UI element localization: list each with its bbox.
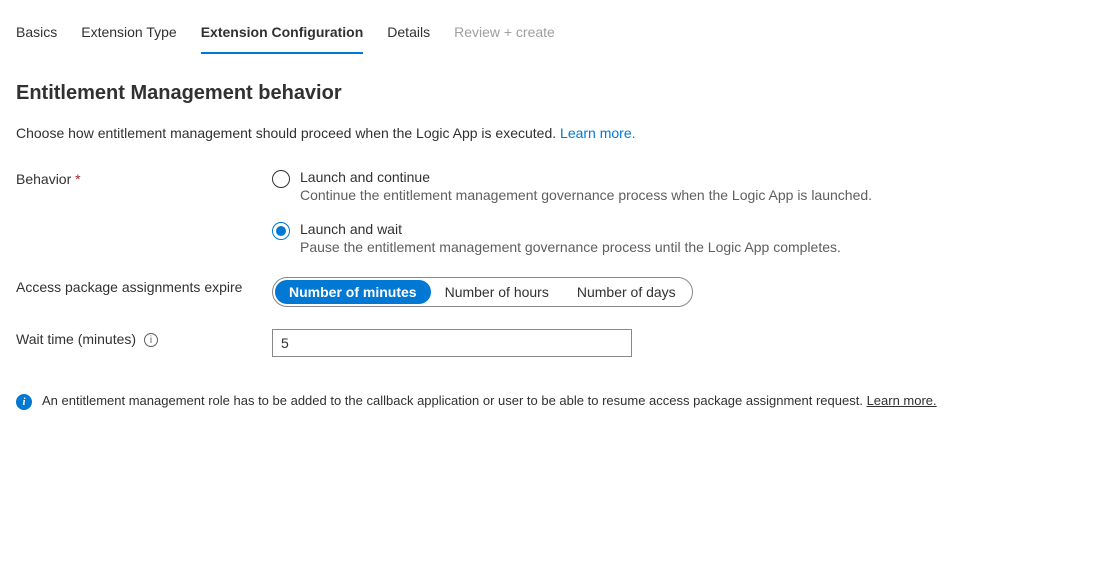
banner-text: An entitlement management role has to be… (42, 393, 867, 408)
info-banner: i An entitlement management role has to … (16, 393, 1084, 410)
tab-extension-configuration[interactable]: Extension Configuration (201, 24, 364, 54)
pill-minutes[interactable]: Number of minutes (275, 280, 431, 304)
wait-time-input[interactable] (272, 329, 632, 357)
banner-learn-more-link[interactable]: Learn more. (867, 393, 937, 408)
required-indicator: * (75, 171, 80, 187)
behavior-radio-group: Launch and continue Continue the entitle… (272, 169, 1084, 255)
radio-label-wait: Launch and wait (300, 221, 841, 237)
radio-circle-selected (272, 222, 290, 240)
radio-launch-wait[interactable]: Launch and wait Pause the entitlement ma… (272, 221, 1084, 255)
section-title: Entitlement Management behavior (16, 82, 1084, 105)
pill-days[interactable]: Number of days (563, 280, 690, 304)
wizard-tabs: Basics Extension Type Extension Configur… (16, 24, 1084, 54)
expire-pill-group: Number of minutes Number of hours Number… (272, 277, 693, 307)
wait-time-label: Wait time (minutes) i (16, 329, 272, 347)
expire-label: Access package assignments expire (16, 277, 272, 295)
tab-review-create[interactable]: Review + create (454, 24, 555, 54)
radio-dot-icon (276, 226, 286, 236)
pill-hours[interactable]: Number of hours (431, 280, 563, 304)
radio-label-continue: Launch and continue (300, 169, 872, 185)
radio-desc-continue: Continue the entitlement management gove… (300, 187, 872, 203)
section-description: Choose how entitlement management should… (16, 125, 1084, 141)
radio-circle-unselected (272, 170, 290, 188)
info-badge-icon: i (16, 394, 32, 410)
info-icon[interactable]: i (144, 333, 158, 347)
radio-launch-continue[interactable]: Launch and continue Continue the entitle… (272, 169, 1084, 203)
behavior-label: Behavior * (16, 169, 272, 187)
learn-more-link[interactable]: Learn more. (560, 125, 635, 141)
tab-basics[interactable]: Basics (16, 24, 57, 54)
tab-extension-type[interactable]: Extension Type (81, 24, 176, 54)
tab-details[interactable]: Details (387, 24, 430, 54)
radio-desc-wait: Pause the entitlement management governa… (300, 239, 841, 255)
